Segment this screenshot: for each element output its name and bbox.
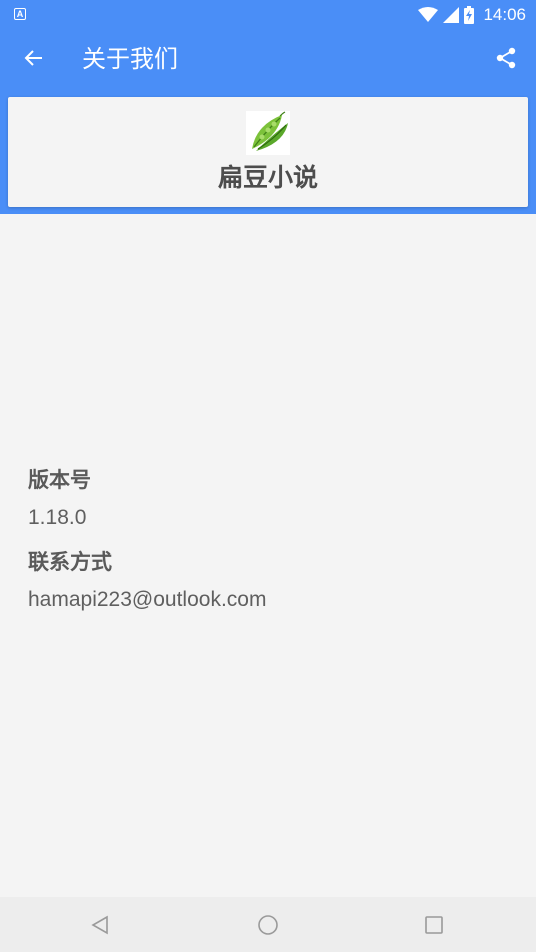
app-name: 扁豆小说: [217, 163, 318, 192]
pea-pod-icon: [252, 111, 288, 151]
status-bar: A 14:06: [0, 0, 536, 30]
back-button[interactable]: [14, 38, 54, 78]
nav-back-icon: [91, 915, 108, 935]
app-bar: 关于我们: [0, 30, 536, 90]
page-title: 关于我们: [82, 45, 178, 73]
nav-recents-button[interactable]: [412, 903, 456, 947]
share-button[interactable]: [486, 38, 526, 78]
arrow-left-icon: [24, 50, 42, 66]
nav-recents-icon: [425, 916, 443, 934]
status-time: 14:06: [483, 5, 526, 24]
signal-icon: [443, 7, 460, 23]
app-logo: [246, 111, 290, 155]
share-icon: [496, 47, 516, 69]
battery-charging-icon: [464, 6, 475, 24]
status-indicators: 14:06: [418, 4, 526, 26]
contact-label: 联系方式: [28, 550, 112, 574]
version-value: 1.18.0: [28, 506, 87, 529]
nav-back-button[interactable]: [78, 903, 122, 947]
wifi-icon: [418, 7, 439, 22]
notification-app-icon: A: [14, 8, 26, 20]
nav-home-button[interactable]: [246, 903, 290, 947]
about-info: 版本号 1.18.0 联系方式 hamapi223@outlook.com: [28, 462, 266, 626]
contact-email[interactable]: hamapi223@outlook.com: [28, 580, 266, 620]
brand-card: 扁豆小说: [8, 97, 528, 207]
nav-home-icon: [258, 915, 278, 935]
version-label: 版本号: [28, 468, 91, 492]
system-nav-bar: [0, 897, 536, 952]
